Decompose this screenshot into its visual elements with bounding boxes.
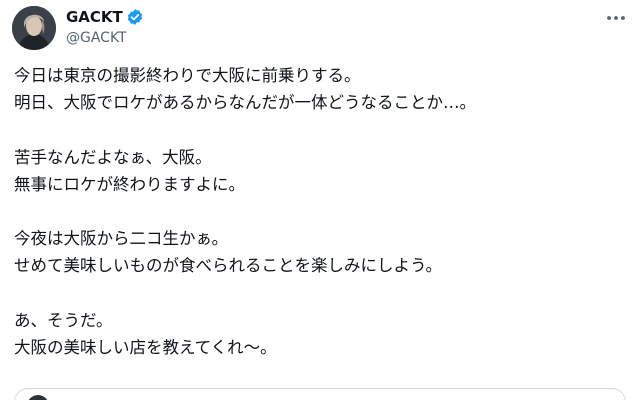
tweet-line: 無事にロケが終わりますよに。 — [14, 174, 245, 194]
tweet-line: 明日、大阪でロケがあるからなんだが一体どうなることか…。 — [14, 93, 476, 113]
tweet-line: せめて美味しいものが食べられることを楽しみにしよう。 — [14, 256, 443, 276]
author-display-name[interactable]: GACKT — [66, 8, 123, 26]
embedded-card-peek[interactable] — [14, 388, 626, 400]
author-handle[interactable]: @GACKT — [66, 30, 144, 46]
author-avatar[interactable] — [12, 6, 56, 50]
tweet-line: 今夜は大阪から二コ生かぁ。 — [14, 229, 229, 249]
tweet-text: 今日は東京の撮影終わりで大阪に前乗りする。 明日、大阪でロケがあるからなんだが一… — [14, 62, 626, 361]
tweet-line: 大阪の美味しい店を教えてくれ〜。 — [14, 337, 277, 357]
tweet-line: 苦手なんだよなぁ、大阪。 — [14, 147, 212, 167]
tweet-line: あ、そうだ。 — [14, 310, 113, 330]
tweet-card: GACKT @GACKT 今日は東京の撮影終わりで大阪に前乗りする。 明日、大阪… — [0, 0, 640, 400]
embedded-avatar — [27, 395, 49, 400]
tweet-line: 今日は東京の撮影終わりで大阪に前乗りする。 — [14, 66, 361, 85]
author-name-row: GACKT — [66, 6, 144, 28]
author-info: GACKT @GACKT — [66, 6, 144, 46]
verified-badge-icon[interactable] — [126, 8, 144, 26]
avatar-portrait-icon — [12, 6, 56, 50]
more-horizontal-icon[interactable] — [600, 6, 632, 30]
